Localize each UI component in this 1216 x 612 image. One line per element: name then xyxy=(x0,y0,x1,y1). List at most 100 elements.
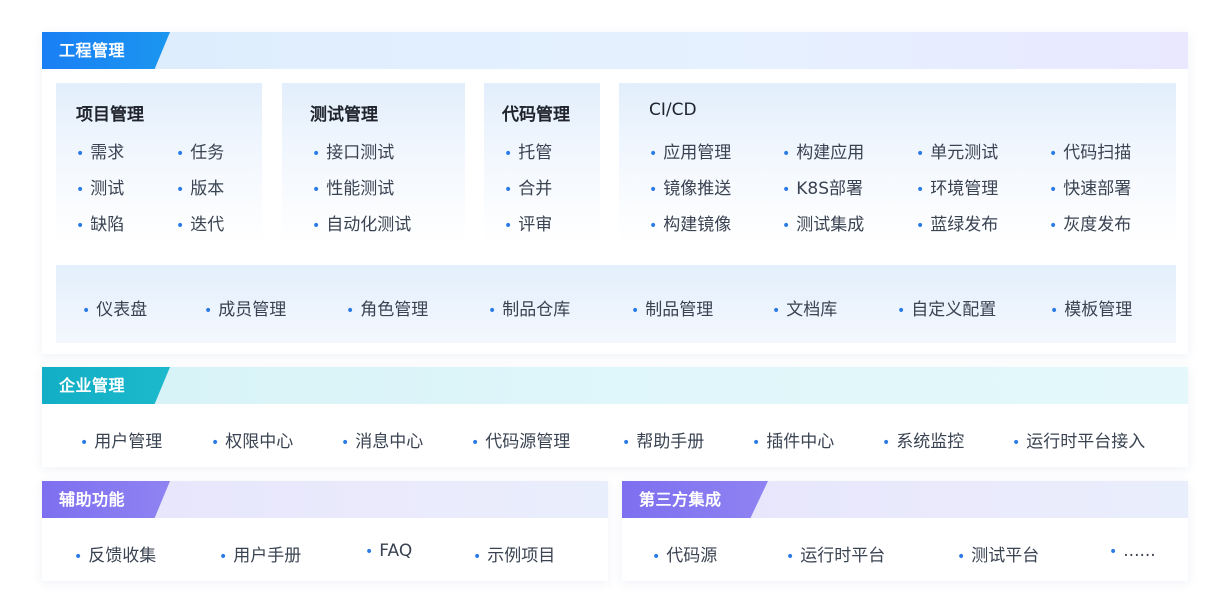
bullet-icon: • xyxy=(76,218,85,234)
list-item[interactable]: • 示例项目 xyxy=(473,541,555,566)
card-title: 测试管理 xyxy=(310,105,378,125)
list-item[interactable]: • 制品仓库 xyxy=(488,295,570,320)
bullet-icon: • xyxy=(312,182,321,198)
card-code-management: 代码管理 • 托管 • 合并 • 评审 xyxy=(484,83,600,243)
bullet-icon: • xyxy=(80,435,89,451)
third-party-section: 第三方集成 • 代码源 • 运行时平台 • 测试平台 •...... xyxy=(622,481,1188,581)
engineering-header: 工程管理 xyxy=(42,32,1188,69)
list-item[interactable]: • 权限中心 xyxy=(211,427,293,452)
list-item[interactable]: • 制品管理 xyxy=(631,295,713,320)
list-item[interactable]: • 托管 xyxy=(504,138,552,163)
bullet-icon: • xyxy=(1012,435,1021,451)
list-item[interactable]: • 灰度发布 xyxy=(1049,210,1131,235)
bullet-icon: • xyxy=(365,544,374,560)
card-title: 代码管理 xyxy=(502,105,570,125)
list-item[interactable]: • 仪表盘 xyxy=(82,295,147,320)
card-test-management: 测试管理 • 接口测试 • 性能测试 • 自动化测试 xyxy=(282,83,465,243)
enterprise-header: 企业管理 xyxy=(42,367,1188,404)
list-item[interactable]: • 模板管理 xyxy=(1050,295,1132,320)
bullet-icon: • xyxy=(957,549,966,565)
card-title: 项目管理 xyxy=(76,105,144,125)
list-item[interactable]: • 成员管理 xyxy=(204,295,286,320)
bullet-icon: • xyxy=(504,146,513,162)
list-item[interactable]: • 应用管理 xyxy=(649,138,731,163)
list-item[interactable]: • 用户手册 xyxy=(219,541,301,566)
bullet-icon: • xyxy=(622,435,631,451)
list-item[interactable]: • 构建镜像 xyxy=(649,210,731,235)
enterprise-section: 企业管理 • 用户管理 • 权限中心 • 消息中心 • 代码源管理 • 帮助手册 • 插件中… xyxy=(42,367,1188,467)
engineering-section: 工程管理 项目管理 • 需求 • 任务 • 测试 • 版本 • 缺陷 • 迭代 测试管理 •… xyxy=(42,32,1188,354)
bullet-icon: • xyxy=(1049,146,1058,162)
bullet-icon: • xyxy=(473,549,482,565)
list-item[interactable]: • 单元测试 xyxy=(916,138,998,163)
bullet-icon: • xyxy=(916,218,925,234)
bullet-icon: • xyxy=(782,182,791,198)
bullet-icon: • xyxy=(752,435,761,451)
list-item[interactable]: • 评审 xyxy=(504,210,552,235)
bullet-icon: • xyxy=(649,182,658,198)
bullet-icon: • xyxy=(1049,182,1058,198)
list-item[interactable]: • 缺陷 xyxy=(76,210,124,235)
enterprise-title: 企业管理 xyxy=(42,367,170,404)
bullet-icon: • xyxy=(916,146,925,162)
bullet-icon: • xyxy=(916,182,925,198)
list-item[interactable]: • 测试集成 xyxy=(782,210,864,235)
bullet-icon: • xyxy=(1050,303,1059,319)
bullet-icon: • xyxy=(882,435,891,451)
bullet-icon: • xyxy=(341,435,350,451)
bullet-icon: • xyxy=(786,549,795,565)
list-item[interactable]: • 用户管理 xyxy=(80,427,162,452)
list-item[interactable]: • FAQ xyxy=(365,541,412,561)
list-item[interactable]: • 接口测试 xyxy=(312,138,394,163)
list-item[interactable]: • 需求 xyxy=(76,138,124,163)
third-party-header: 第三方集成 xyxy=(622,481,1188,518)
list-item[interactable]: • 自定义配置 xyxy=(897,295,996,320)
list-item[interactable]: • 反馈收集 xyxy=(74,541,156,566)
list-item[interactable]: • K8S部署 xyxy=(782,174,863,199)
card-title: CI/CD xyxy=(649,100,697,120)
bullet-icon: • xyxy=(631,303,640,319)
list-item[interactable]: • 角色管理 xyxy=(346,295,428,320)
list-item[interactable]: • 合并 xyxy=(504,174,552,199)
auxiliary-header: 辅助功能 xyxy=(42,481,608,518)
bullet-icon: • xyxy=(176,218,185,234)
bullet-icon: • xyxy=(211,435,220,451)
bullet-icon: • xyxy=(649,218,658,234)
bullet-icon: • xyxy=(1049,218,1058,234)
list-item[interactable]: • 测试平台 xyxy=(957,541,1039,566)
auxiliary-title: 辅助功能 xyxy=(42,481,170,518)
list-item[interactable]: • 环境管理 xyxy=(916,174,998,199)
list-item[interactable]: • 代码源 xyxy=(652,541,717,566)
list-item[interactable]: • 代码源管理 xyxy=(471,427,570,452)
bullet-icon: • xyxy=(652,549,661,565)
bullet-icon: • xyxy=(82,303,91,319)
bullet-icon: • xyxy=(219,549,228,565)
list-item[interactable]: • 迭代 xyxy=(176,210,224,235)
list-item[interactable]: • 镜像推送 xyxy=(649,174,731,199)
third-party-title: 第三方集成 xyxy=(622,481,768,518)
list-item[interactable]: • 性能测试 xyxy=(312,174,394,199)
list-item[interactable]: • 蓝绿发布 xyxy=(916,210,998,235)
list-item[interactable]: • 文档库 xyxy=(772,295,837,320)
list-item[interactable]: • 版本 xyxy=(176,174,224,199)
bullet-icon: • xyxy=(772,303,781,319)
bullet-icon: • xyxy=(204,303,213,319)
list-item[interactable]: • 代码扫描 xyxy=(1049,138,1131,163)
bullet-icon: • xyxy=(346,303,355,319)
list-item[interactable]: • 快速部署 xyxy=(1049,174,1131,199)
list-item[interactable]: • 帮助手册 xyxy=(622,427,704,452)
list-item[interactable]: • 消息中心 xyxy=(341,427,423,452)
list-item[interactable]: • 运行时平台 xyxy=(786,541,885,566)
list-item[interactable]: • 测试 xyxy=(76,174,124,199)
list-item[interactable]: • 插件中心 xyxy=(752,427,834,452)
bullet-icon: • xyxy=(76,182,85,198)
bullet-icon: • xyxy=(782,218,791,234)
list-item[interactable]: • 任务 xyxy=(176,138,224,163)
list-item[interactable]: • 构建应用 xyxy=(782,138,864,163)
list-item[interactable]: • 自动化测试 xyxy=(312,210,411,235)
list-item[interactable]: • 系统监控 xyxy=(882,427,964,452)
bullet-icon: • xyxy=(471,435,480,451)
bullet-icon: • xyxy=(74,549,83,565)
card-cicd: CI/CD • 应用管理 • 构建应用 • 单元测试 • 代码扫描 • 镜像推送 • K8S… xyxy=(619,83,1176,243)
list-item[interactable]: • 运行时平台接入 xyxy=(1012,427,1145,452)
